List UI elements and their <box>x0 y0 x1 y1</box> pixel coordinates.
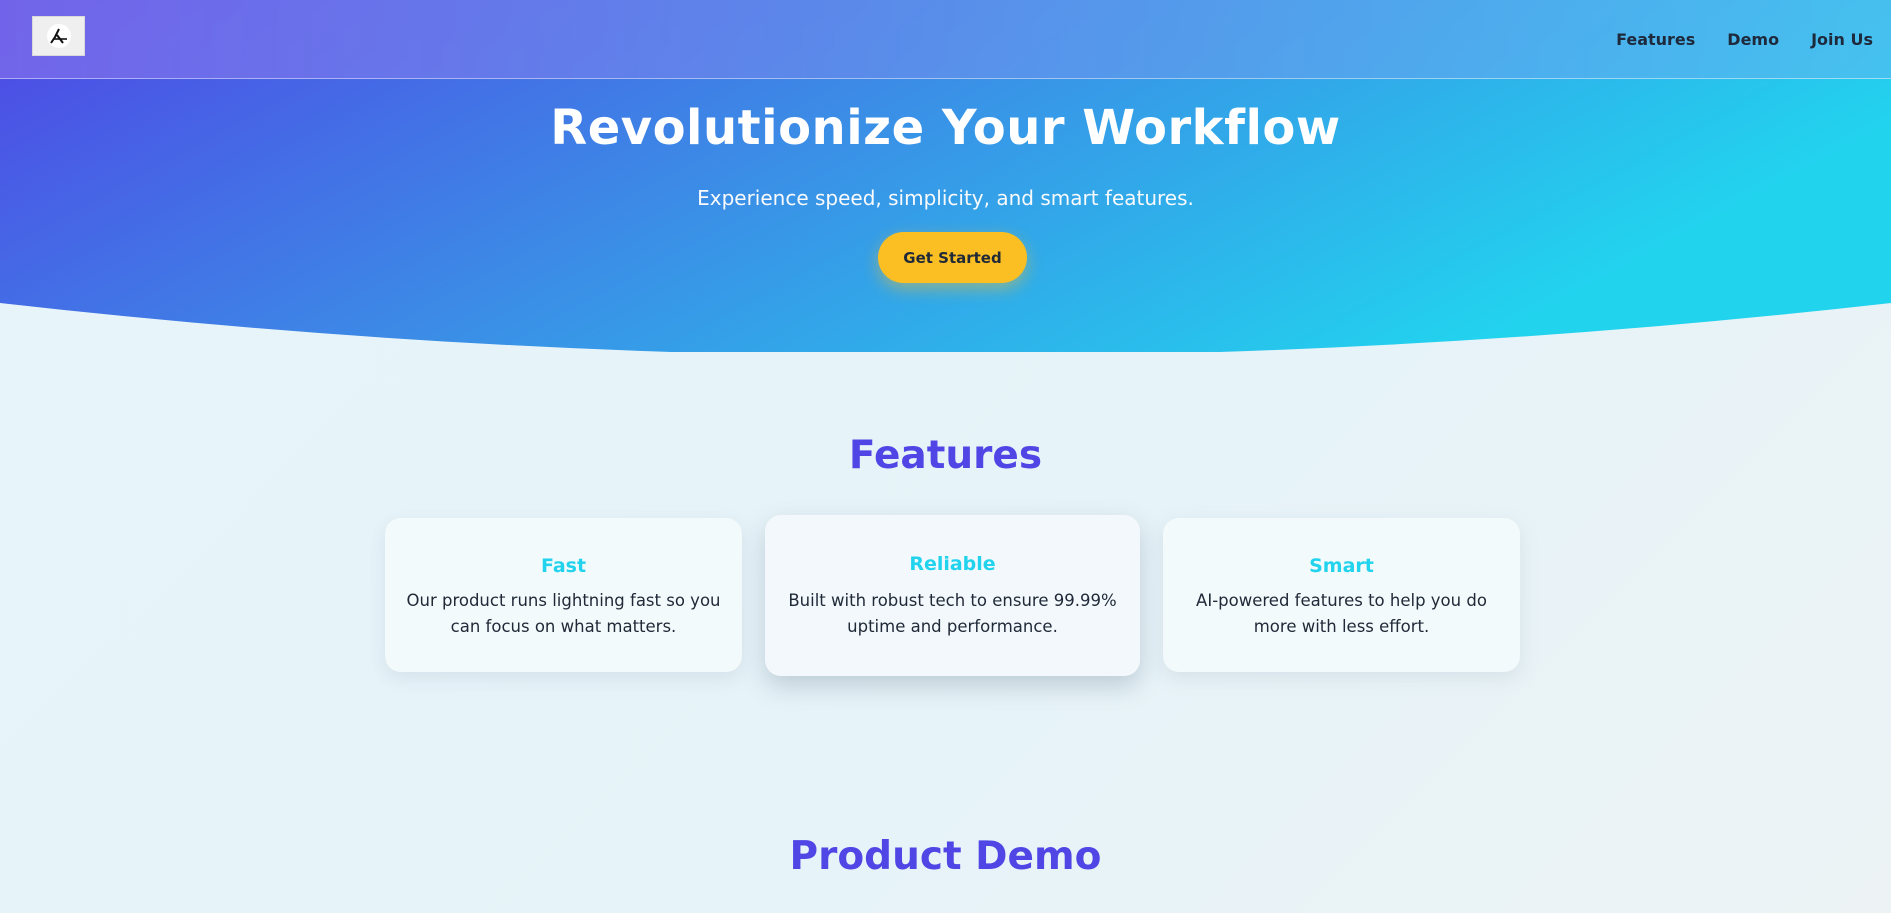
site-logo[interactable] <box>32 16 85 56</box>
hero-title: Revolutionize Your Workflow <box>550 100 1341 156</box>
nav-link-features[interactable]: Features <box>1616 30 1695 49</box>
feature-card-fast: Fast Our product runs lightning fast so … <box>385 518 742 672</box>
nav-link-join-us[interactable]: Join Us <box>1811 30 1873 49</box>
feature-card-description: Our product runs lightning fast so you c… <box>406 591 721 636</box>
feature-card-description: AI-powered features to help you do more … <box>1196 591 1487 636</box>
features-section-title: Features <box>848 433 1043 478</box>
nav-link-demo[interactable]: Demo <box>1727 30 1779 49</box>
top-navbar: Features Demo Join Us <box>0 0 1891 79</box>
logo-mark-icon <box>46 24 71 48</box>
feature-card-title: Smart <box>1309 555 1374 577</box>
feature-card-description: Built with robust tech to ensure 99.99% … <box>788 591 1117 636</box>
feature-card-title: Reliable <box>909 553 996 575</box>
feature-card-title: Fast <box>540 555 587 577</box>
feature-card-smart: Smart AI-powered features to help you do… <box>1163 518 1520 672</box>
get-started-button[interactable]: Get Started <box>878 232 1027 283</box>
feature-card-reliable: Reliable Built with robust tech to ensur… <box>765 515 1140 676</box>
landing-page: Features Demo Join Us Revolutionize Your… <box>0 0 1891 913</box>
product-demo-section-title: Product Demo <box>789 834 1102 879</box>
hero-subtitle: Experience speed, simplicity, and smart … <box>697 186 1194 210</box>
main-nav: Features Demo Join Us <box>1584 0 1891 79</box>
